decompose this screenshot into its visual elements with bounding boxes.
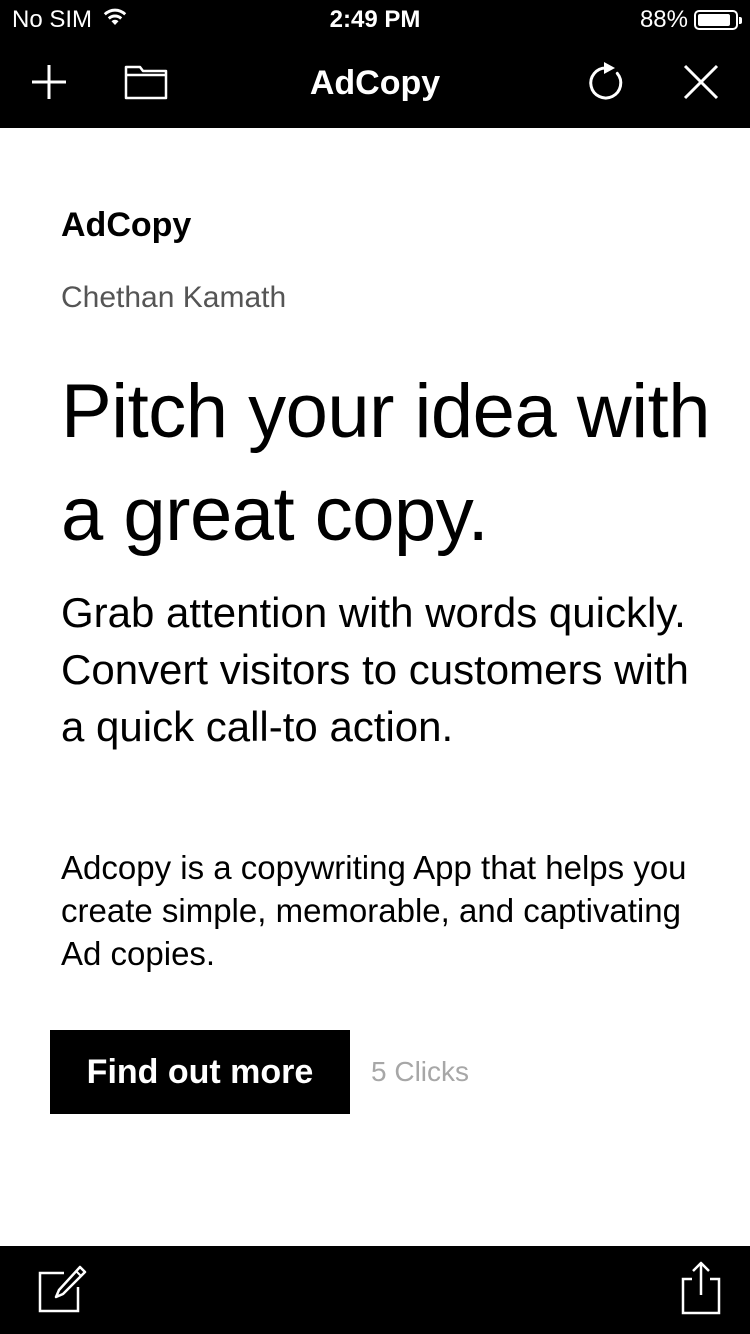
author-name: Chethan Kamath — [61, 281, 287, 314]
nav-title: AdCopy — [309, 64, 441, 102]
battery-fill — [698, 14, 730, 26]
status-time: 2:49 PM — [329, 6, 421, 33]
nav-bar: AdCopy — [0, 40, 750, 128]
status-bar: No SIM 2:49 PM 88% — [0, 0, 750, 40]
battery-percent: 88% — [639, 6, 688, 33]
refresh-button[interactable] — [582, 60, 630, 108]
close-icon — [683, 64, 719, 105]
edit-button[interactable] — [36, 1264, 88, 1316]
description: Adcopy is a copywriting App that helps y… — [61, 849, 687, 972]
find-out-more-button[interactable]: Find out more — [50, 1030, 350, 1114]
share-icon — [678, 1261, 722, 1320]
subheadline: Grab attention with words quickly. Conve… — [61, 589, 689, 750]
headline: Pitch your idea with a great copy. — [61, 369, 711, 557]
battery-icon — [694, 10, 742, 30]
refresh-icon — [585, 60, 627, 109]
status-right: 88% — [639, 6, 742, 34]
edit-icon — [36, 1263, 88, 1318]
app-name: AdCopy — [61, 206, 192, 244]
bottom-toolbar — [0, 1246, 750, 1334]
click-count: 5 Clicks — [371, 1056, 470, 1087]
share-button[interactable] — [674, 1261, 726, 1316]
close-button[interactable] — [677, 60, 725, 108]
